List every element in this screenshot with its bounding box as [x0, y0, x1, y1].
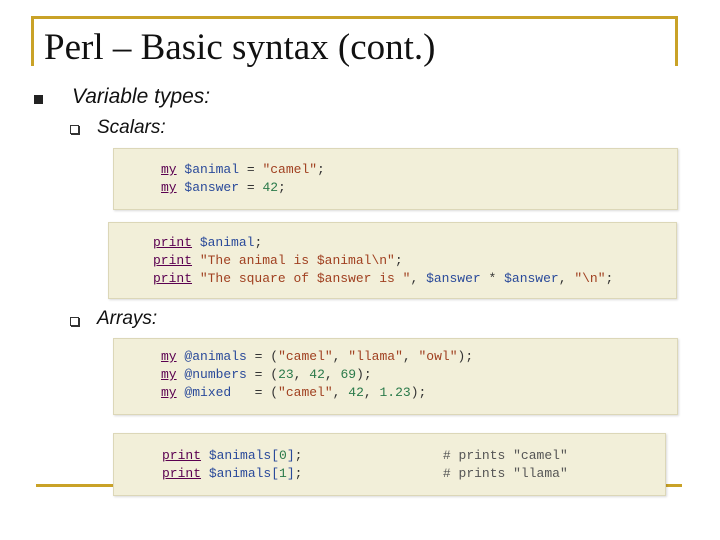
code-token: 1 — [279, 466, 287, 481]
code-token: my — [161, 180, 177, 195]
code-text: my $animal = "camel"; my $answer = 42; — [161, 161, 325, 197]
sub-bullet-icon — [70, 125, 79, 134]
right-rule — [675, 16, 678, 66]
code-token: my — [161, 349, 177, 364]
code-token: ; — [317, 162, 325, 177]
top-rule — [31, 16, 678, 19]
code-token: 69 — [340, 367, 357, 382]
code-token: "The animal is $animal\n" — [199, 253, 395, 268]
code-token: print — [153, 271, 193, 286]
code-token: # prints "llama" — [442, 466, 568, 481]
code-token: 1.23 — [379, 385, 411, 400]
code-token: "owl" — [418, 349, 458, 364]
code-token: $animal — [184, 162, 240, 177]
code-token: , — [293, 367, 310, 382]
code-token: $answer — [426, 271, 481, 286]
code-token: "camel" — [278, 349, 333, 364]
code-token: 42 — [309, 367, 325, 382]
code-token: ; — [278, 180, 286, 195]
code-line: print $animals[0]; # prints "camel" — [162, 447, 568, 465]
code-token: $animals[ — [208, 448, 280, 463]
code-token: 23 — [278, 367, 294, 382]
code-token: , — [558, 271, 575, 286]
code-token: # prints "camel" — [442, 448, 568, 463]
sub-bullet-arrays: Arrays: — [97, 308, 158, 329]
code-block-array-print: print $animals[0]; # prints "camel" print… — [113, 433, 666, 496]
code-block-array-declare: my @animals = ("camel", "llama", "owl");… — [113, 338, 678, 415]
code-token: print — [153, 235, 193, 250]
code-token: 0 — [279, 448, 287, 463]
code-line: my @animals = ("camel", "llama", "owl"); — [161, 348, 473, 366]
code-token: , — [332, 349, 349, 364]
code-line: print $animals[1]; # prints "llama" — [162, 465, 568, 483]
code-token: $animals[ — [208, 466, 280, 481]
code-token: ; — [254, 235, 263, 250]
bullet-variable-types: Variable types: — [72, 85, 211, 108]
code-line: print "The square of $answer is ", $answ… — [153, 270, 613, 288]
code-token: = ( — [231, 385, 279, 400]
code-token: ); — [410, 385, 427, 400]
code-token: @numbers — [184, 367, 247, 382]
code-token: $answer — [184, 180, 240, 195]
code-token: ); — [356, 367, 372, 382]
code-token: my — [161, 385, 177, 400]
code-token: ); — [457, 349, 474, 364]
code-token: print — [162, 448, 202, 463]
code-token: * — [480, 271, 505, 286]
code-token: ; — [394, 253, 403, 268]
code-line: print $animal; — [153, 234, 613, 252]
code-token: , — [332, 385, 349, 400]
code-line: print "The animal is $animal\n"; — [153, 252, 613, 270]
code-token: ] — [286, 448, 295, 463]
code-token: , — [363, 385, 380, 400]
code-token: "llama" — [348, 349, 403, 364]
code-line: my @numbers = (23, 42, 69); — [161, 366, 473, 384]
code-line: my $answer = 42; — [161, 179, 325, 197]
code-token: my — [161, 367, 177, 382]
code-token: "The square of $answer is " — [199, 271, 411, 286]
code-token: , — [324, 367, 341, 382]
code-token: = — [239, 180, 263, 195]
code-token: @animals — [184, 349, 247, 364]
code-text: print $animal; print "The animal is $anim… — [153, 234, 613, 288]
code-token: $answer — [504, 271, 559, 286]
code-token: 42 — [348, 385, 364, 400]
bullet-square-icon — [34, 95, 43, 104]
sub-bullet-scalars: Scalars: — [97, 117, 166, 138]
code-token: "camel" — [278, 385, 333, 400]
code-token: ; — [605, 271, 614, 286]
code-token: print — [153, 253, 193, 268]
code-token: print — [162, 466, 202, 481]
code-token: "camel" — [262, 162, 318, 177]
code-line: my $animal = "camel"; — [161, 161, 325, 179]
code-token: ] — [286, 466, 295, 481]
code-token: "\n" — [574, 271, 606, 286]
code-token: , — [402, 349, 419, 364]
code-text: print $animals[0]; # prints "camel" print… — [162, 447, 568, 483]
code-token: @mixed — [184, 385, 232, 400]
sub-bullet-icon — [70, 317, 79, 326]
code-token: $animal — [199, 235, 255, 250]
left-rule — [31, 16, 34, 66]
slide-title: Perl – Basic syntax (cont.) — [44, 27, 436, 68]
code-token: = ( — [246, 367, 279, 382]
code-text: my @animals = ("camel", "llama", "owl");… — [161, 348, 473, 402]
code-token: my — [161, 162, 177, 177]
code-block-scalar-declare: my $animal = "camel"; my $answer = 42; — [113, 148, 678, 210]
code-token: , — [410, 271, 427, 286]
code-line: my @mixed = ("camel", 42, 1.23); — [161, 384, 473, 402]
code-token: = ( — [246, 349, 279, 364]
code-block-scalar-print: print $animal; print "The animal is $anim… — [108, 222, 677, 299]
code-token: = — [239, 162, 263, 177]
code-token: 42 — [262, 180, 279, 195]
